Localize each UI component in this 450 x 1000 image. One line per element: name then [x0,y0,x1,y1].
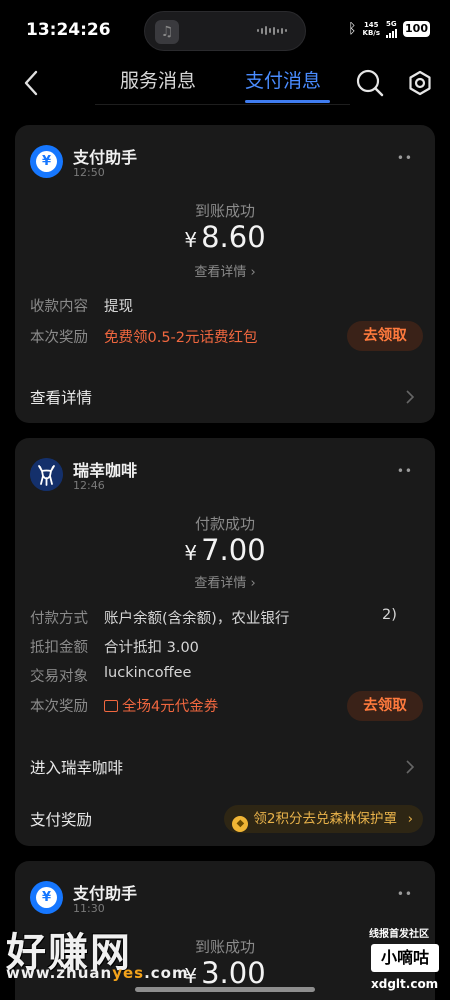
more-options-icon[interactable]: •• [397,151,413,165]
sender-name: 支付助手 [73,884,138,903]
info-row: 抵扣金额 合计抵扣 3.00 [30,640,199,656]
claim-button[interactable]: 去领取 [347,321,423,351]
music-note-icon: ♫ [155,20,179,44]
info-row: 本次奖励 全场4元代金券 [30,699,219,715]
coupon-icon [104,700,118,712]
message-card[interactable]: ¥ 支付助手 12:50 •• 到账成功 ¥8.60 查看详情 › 收款内容 提… [15,125,435,423]
sender-name: 支付助手 [73,148,138,167]
reward-points-pill[interactable]: ◆ 领2积分去兑森林保护罩 › [224,805,423,833]
sender-name: 瑞幸咖啡 [73,461,138,480]
watermark-xdglt: 线报首发社区 小嘀咕 xdglt.com [369,929,439,991]
net-speed: 145 KB/s [362,21,380,37]
nav-divider [95,104,350,105]
message-time: 12:46 [73,479,105,492]
chevron-right-icon: › [250,265,256,280]
transaction-status: 付款成功 [194,515,255,533]
coin-icon: ◆ [232,816,249,832]
gear-icon[interactable] [405,68,435,98]
dynamic-island[interactable]: ♫ [144,11,306,51]
alipay-assistant-avatar: ¥ [30,145,63,178]
info-row: 收款内容 提现 [30,299,133,315]
view-details-footer-link[interactable]: 查看详情 [30,386,92,408]
alipay-assistant-avatar: ¥ [30,881,63,914]
clock: 13:24:26 [26,20,111,40]
tab-service-messages[interactable]: 服务消息 [120,66,196,93]
message-time: 11:30 [73,902,105,915]
message-time: 12:50 [73,166,105,179]
signal-bars-icon [386,28,397,38]
enter-luckin-link[interactable]: 进入瑞幸咖啡 [30,756,123,778]
battery-icon: 100 [403,21,430,37]
chevron-right-icon: › [407,811,413,827]
info-row: 付款方式 账户余额(含余额)，农业银行 2) [30,607,397,627]
chevron-right-icon [406,760,415,774]
chevron-right-icon [406,390,415,404]
claim-button[interactable]: 去领取 [347,691,423,721]
tab-payment-messages[interactable]: 支付消息 [245,66,321,93]
payment-reward-label: 支付奖励 [30,811,93,829]
transaction-status: 到账成功 [194,202,255,220]
bluetooth-icon: ᛒ [348,21,357,37]
search-icon[interactable] [355,68,385,98]
active-tab-indicator [245,100,330,103]
top-nav: 服务消息 支付消息 [0,60,450,110]
back-arrow-icon[interactable] [20,68,42,98]
transaction-amount: ¥8.60 [184,220,266,254]
transaction-amount: ¥7.00 [184,533,266,567]
audio-wave-icon [257,26,287,35]
message-card[interactable]: 瑞幸咖啡 12:46 •• 付款成功 ¥7.00 查看详情 › 付款方式 账户余… [15,438,435,846]
home-indicator[interactable] [135,987,315,992]
info-row: 本次奖励 免费领0.5-2元话费红包 [30,330,258,346]
more-options-icon[interactable]: •• [397,887,413,901]
view-details-link[interactable]: 查看详情 › [15,261,435,280]
signal-indicator: 5G [386,20,397,38]
info-row: 交易对象 luckincoffee [30,665,192,685]
watermark-zhuanyes: 好赚网 www.zhuanyes.com [6,930,189,982]
luckin-deer-logo [30,458,63,491]
status-bar: 13:24:26 ♫ ᛒ 145 KB/s 5G 100 [0,0,450,60]
chevron-right-icon: › [250,576,256,591]
view-details-link[interactable]: 查看详情 › [15,572,435,591]
more-options-icon[interactable]: •• [397,464,413,478]
